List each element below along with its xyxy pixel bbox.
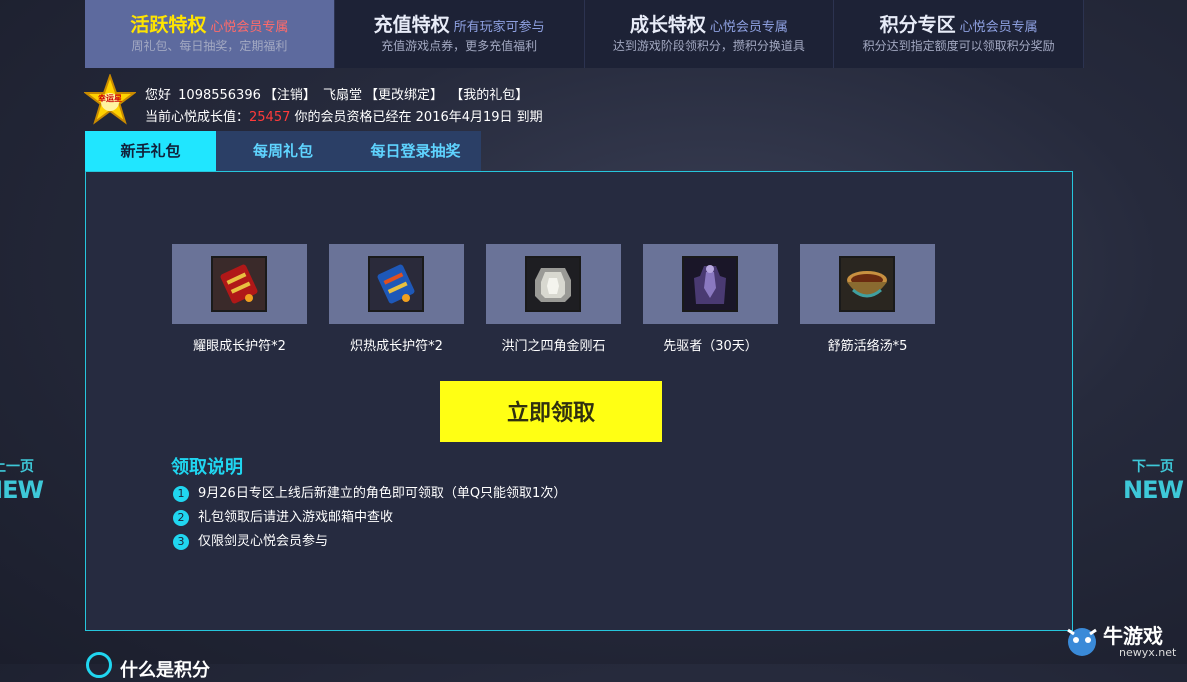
tab-weekly-gift[interactable]: 每周礼包 bbox=[216, 131, 350, 171]
claim-instructions-title: 领取说明 bbox=[171, 457, 243, 478]
watermark-brand: 牛游戏 bbox=[1103, 624, 1163, 648]
tab-active-privileges[interactable]: 活跃特权 心悦会员专属 周礼包、每日抽奖，定期福利 bbox=[85, 0, 335, 68]
rule-item: 2 礼包领取后请进入游戏邮箱中查收 bbox=[173, 510, 566, 534]
gift-item: 先驱者（30天） bbox=[643, 244, 778, 354]
tab-title: 活跃特权 bbox=[130, 14, 207, 36]
tab-title: 积分专区 bbox=[879, 14, 956, 36]
question-icon bbox=[86, 652, 112, 678]
gift-item-box[interactable] bbox=[800, 244, 935, 324]
gift-item-name: 炽热成长护符*2 bbox=[350, 339, 443, 354]
tab-tag: 所有玩家可参与 bbox=[453, 20, 545, 35]
greeting-line: 您好 1098556396 【注销】 飞扇堂 【更改绑定】 【我的礼包】 bbox=[145, 84, 531, 103]
prev-page-label: 上一页 bbox=[0, 459, 34, 475]
soup-bowl-icon bbox=[839, 256, 895, 312]
next-page-button[interactable]: 下一页 NEW bbox=[1118, 456, 1187, 546]
gift-item: 炽热成长护符*2 bbox=[329, 244, 464, 354]
tab-tag: 心悦会员专属 bbox=[210, 20, 289, 35]
logout-link[interactable]: 【注销】 bbox=[264, 88, 316, 103]
tab-desc: 周礼包、每日抽奖，定期福利 bbox=[131, 39, 288, 53]
tab-newbie-gift[interactable]: 新手礼包 bbox=[85, 131, 216, 171]
diamond-icon bbox=[525, 256, 581, 312]
rule-text: 礼包领取后请进入游戏邮箱中查收 bbox=[198, 510, 394, 525]
gift-panel: 耀眼成长护符*2 炽热成长护符*2 洪门之四角金刚石 先驱者（30天） 舒筋活络… bbox=[85, 171, 1073, 631]
red-talisman-icon bbox=[211, 256, 267, 312]
tab-points-zone[interactable]: 积分专区 心悦会员专属 积分达到指定额度可以领取积分奖励 bbox=[834, 0, 1084, 68]
server-name: 飞扇堂 bbox=[323, 88, 363, 103]
qq-number: 1098556396 bbox=[178, 88, 261, 103]
tab-title: 成长特权 bbox=[629, 14, 706, 36]
gift-item: 舒筋活络汤*5 bbox=[800, 244, 935, 354]
growth-line: 当前心悦成长值：25457 你的会员资格已经在 2016年4月19日 到期 bbox=[145, 106, 543, 125]
prev-page-button[interactable]: 上一页 NEW bbox=[0, 456, 48, 546]
rule-item: 1 9月26日专区上线后新建立的角色即可领取（单Q只能领取1次） bbox=[173, 486, 566, 510]
claim-now-button[interactable]: 立即领取 bbox=[440, 381, 662, 442]
growth-value: 25457 bbox=[249, 110, 291, 125]
points-faq-title: 什么是积分 bbox=[120, 660, 210, 681]
rule-text: 9月26日专区上线后新建立的角色即可领取（单Q只能领取1次） bbox=[198, 486, 567, 501]
rule-number: 3 bbox=[173, 534, 189, 550]
tab-title: 充值特权 bbox=[373, 14, 450, 36]
watermark-url: newyx.net bbox=[1119, 646, 1177, 659]
tab-daily-lottery[interactable]: 每日登录抽奖 bbox=[350, 131, 481, 171]
gift-item-box[interactable] bbox=[172, 244, 307, 324]
gift-item-name: 洪门之四角金刚石 bbox=[501, 339, 606, 354]
blue-talisman-icon bbox=[368, 256, 424, 312]
site-watermark: 牛游戏 newyx.net bbox=[1062, 618, 1187, 664]
rule-text: 仅限剑灵心悦会员参与 bbox=[198, 534, 329, 549]
membership-status: 你的会员资格已经在 2016年4月19日 到期 bbox=[294, 110, 543, 125]
greeting-text: 您好 bbox=[145, 88, 172, 103]
rule-number: 1 bbox=[173, 486, 189, 502]
gift-item-name: 耀眼成长护符*2 bbox=[193, 339, 286, 354]
gift-item-name: 先驱者（30天） bbox=[663, 339, 758, 354]
lucky-star-badge-icon: 幸运星 bbox=[83, 72, 137, 126]
rule-number: 2 bbox=[173, 510, 189, 526]
gift-tabs: 新手礼包 每周礼包 每日登录抽奖 bbox=[85, 131, 481, 171]
gift-item-name: 舒筋活络汤*5 bbox=[827, 339, 908, 354]
gift-item-box[interactable] bbox=[329, 244, 464, 324]
tab-tag: 心悦会员专属 bbox=[959, 20, 1038, 35]
rule-item: 3 仅限剑灵心悦会员参与 bbox=[173, 534, 566, 558]
gift-item: 耀眼成长护符*2 bbox=[172, 244, 307, 354]
tab-desc: 达到游戏阶段领积分，攒积分换道具 bbox=[612, 39, 805, 53]
gift-item: 洪门之四角金刚石 bbox=[486, 244, 621, 354]
top-navigation: 活跃特权 心悦会员专属 周礼包、每日抽奖，定期福利 充值特权 所有玩家可参与 充值游… bbox=[85, 0, 1084, 68]
armor-costume-icon bbox=[682, 256, 738, 312]
tab-tag: 心悦会员专属 bbox=[709, 20, 788, 35]
cow-logo-icon bbox=[1067, 628, 1097, 656]
gift-item-box[interactable] bbox=[643, 244, 778, 324]
growth-label: 当前心悦成长值： bbox=[145, 110, 250, 125]
my-gifts-link[interactable]: 【我的礼包】 bbox=[450, 88, 528, 103]
tab-desc: 积分达到指定额度可以领取积分奖励 bbox=[862, 39, 1055, 53]
badge-label: 幸运星 bbox=[98, 94, 122, 103]
claim-rules-list: 1 9月26日专区上线后新建立的角色即可领取（单Q只能领取1次） 2 礼包领取后… bbox=[173, 486, 566, 558]
prev-page-new-label: NEW bbox=[0, 476, 44, 504]
tab-desc: 充值游戏点券，更多充值福利 bbox=[381, 39, 538, 53]
gift-item-box[interactable] bbox=[486, 244, 621, 324]
next-page-new-label: NEW bbox=[1123, 476, 1184, 504]
gift-item-list: 耀眼成长护符*2 炽热成长护符*2 洪门之四角金刚石 先驱者（30天） 舒筋活络… bbox=[172, 244, 957, 354]
change-bind-link[interactable]: 【更改绑定】 bbox=[365, 88, 443, 103]
tab-recharge-privileges[interactable]: 充值特权 所有玩家可参与 充值游戏点券，更多充值福利 bbox=[334, 0, 585, 68]
next-page-label: 下一页 bbox=[1132, 459, 1174, 475]
tab-growth-privileges[interactable]: 成长特权 心悦会员专属 达到游戏阶段领积分，攒积分换道具 bbox=[584, 0, 835, 68]
